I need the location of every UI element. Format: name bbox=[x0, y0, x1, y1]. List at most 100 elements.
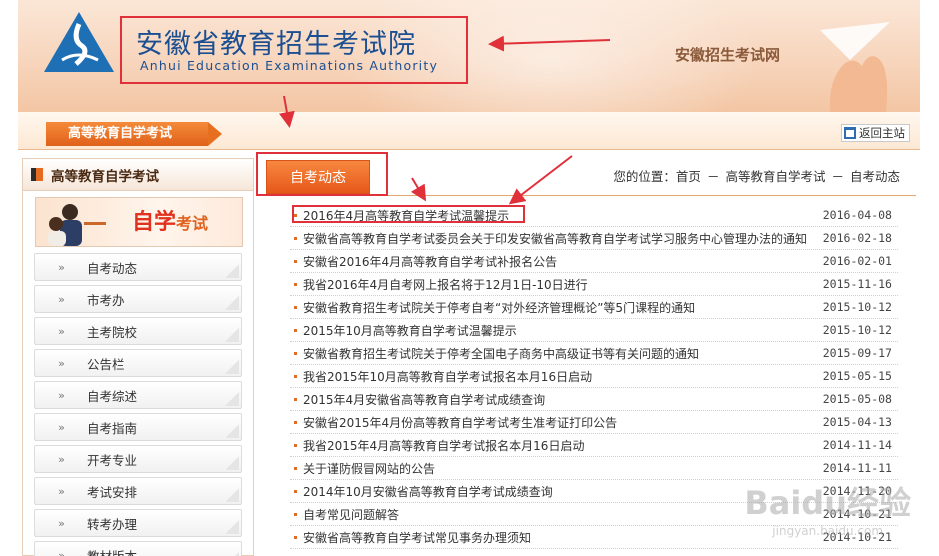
news-title[interactable]: 2016年4月高等教育自学考试温馨提示 bbox=[303, 207, 509, 224]
news-item[interactable]: 安徽省教育招生考试院关于停考自考“对外经济管理概论”等5门课程的通知 2015-1… bbox=[290, 296, 898, 319]
banner-title-sub: 考试 bbox=[176, 214, 209, 233]
bullet-icon bbox=[294, 512, 297, 516]
news-title[interactable]: 我省2016年4月自考网上报名将于12月1日-10日进行 bbox=[303, 276, 588, 293]
sidebar-item-schedule[interactable]: » 考试安排 bbox=[34, 477, 242, 505]
sidebar-heading: 高等教育自学考试 bbox=[23, 159, 253, 191]
news-item[interactable]: 安徽省教育招生考试院关于停考全国电子商务中高级证书等有关问题的通知 2015-09… bbox=[290, 342, 898, 365]
hand-paper-plane-icon bbox=[820, 22, 890, 112]
news-item[interactable]: 安徽省2015年4月份高等教育自学考试考生准考证打印公告 2015-04-13 bbox=[290, 411, 898, 434]
site-header: 安徽省教育招生考试院 Anhui Education Examinations … bbox=[18, 0, 920, 112]
news-title-link[interactable]: 安徽省教育招生考试院关于停考全国电子商务中高级证书等有关问题的通知 bbox=[290, 345, 699, 362]
bullet-icon bbox=[294, 443, 297, 447]
sidebar-item-bulletin[interactable]: » 公告栏 bbox=[34, 349, 242, 377]
banner-title: 自学考试 bbox=[132, 204, 208, 236]
news-item[interactable]: 我省2016年4月自考网上报名将于12月1日-10日进行 2015-11-16 bbox=[290, 273, 898, 296]
news-title[interactable]: 我省2015年10月高等教育自学考试报名本月16日启动 bbox=[303, 368, 592, 385]
news-title[interactable]: 安徽省2015年4月份高等教育自学考试考生准考证打印公告 bbox=[303, 414, 617, 431]
news-title-link[interactable]: 安徽省教育招生考试院关于停考自考“对外经济管理概论”等5门课程的通知 bbox=[290, 299, 695, 316]
bullet-icon bbox=[294, 420, 297, 424]
breadcrumb-home[interactable]: 首页 bbox=[676, 169, 701, 184]
news-title-link[interactable]: 安徽省2015年4月份高等教育自学考试考生准考证打印公告 bbox=[290, 414, 617, 431]
breadcrumb-separator: － bbox=[831, 169, 844, 184]
news-title[interactable]: 2015年10月高等教育自学考试温馨提示 bbox=[303, 322, 517, 339]
news-title[interactable]: 我省2015年4月高等教育自学考试报名本月16日启动 bbox=[303, 437, 584, 454]
news-title-link[interactable]: 我省2015年4月高等教育自学考试报名本月16日启动 bbox=[290, 437, 584, 454]
content-tab-row: 自考动态 您的位置：首页 － 高等教育自学考试 － 自考动态 bbox=[262, 158, 916, 196]
news-item[interactable]: 安徽省2016年4月高等教育自学考试补报名公告 2016-02-01 bbox=[290, 250, 898, 273]
news-date: 2016-04-08 bbox=[822, 208, 892, 222]
news-title[interactable]: 关于谨防假冒网站的公告 bbox=[303, 460, 435, 477]
watermark-main: Baidu经验 bbox=[744, 484, 911, 522]
bullet-icon bbox=[294, 259, 297, 263]
news-title-link[interactable]: 2015年10月高等教育自学考试温馨提示 bbox=[290, 322, 517, 339]
news-title[interactable]: 安徽省教育招生考试院关于停考全国电子商务中高级证书等有关问题的通知 bbox=[303, 345, 699, 362]
sidebar-item-city-office[interactable]: » 市考办 bbox=[34, 285, 242, 313]
sidebar-item-colleges[interactable]: » 主考院校 bbox=[34, 317, 242, 345]
news-title[interactable]: 2014年10月安徽省高等教育自学考试成绩查询 bbox=[303, 483, 553, 500]
news-item[interactable]: 安徽省高等教育自学考试委员会关于印发安徽省高等教育自学考试学习服务中心管理办法的… bbox=[290, 227, 898, 250]
news-item[interactable]: 关于谨防假冒网站的公告 2014-11-11 bbox=[290, 457, 898, 480]
news-item[interactable]: 2015年4月安徽省高等教育自学考试成绩查询 2015-05-08 bbox=[290, 388, 898, 411]
news-title-link[interactable]: 关于谨防假冒网站的公告 bbox=[290, 460, 435, 477]
news-title-link[interactable]: 2016年4月高等教育自学考试温馨提示 bbox=[290, 207, 509, 224]
news-title-link[interactable]: 我省2015年10月高等教育自学考试报名本月16日启动 bbox=[290, 368, 592, 385]
news-title-link[interactable]: 2015年4月安徽省高等教育自学考试成绩查询 bbox=[290, 391, 545, 408]
news-title-link[interactable]: 安徽省高等教育自学考试委员会关于印发安徽省高等教育自学考试学习服务中心管理办法的… bbox=[290, 230, 807, 247]
self-study-banner[interactable]: 自学考试 bbox=[35, 197, 243, 247]
bullet-icon bbox=[294, 466, 297, 470]
news-title-link[interactable]: 安徽省高等教育自学考试常见事务办理须知 bbox=[290, 529, 531, 546]
authority-logo-icon[interactable] bbox=[42, 10, 116, 76]
breadcrumb-section[interactable]: 高等教育自学考试 bbox=[725, 169, 825, 184]
news-item[interactable]: 2015年10月高等教育自学考试温馨提示 2015-10-12 bbox=[290, 319, 898, 342]
news-title[interactable]: 安徽省教育招生考试院关于停考自考“对外经济管理概论”等5门课程的通知 bbox=[303, 299, 695, 316]
tab-exam-news[interactable]: 自考动态 bbox=[266, 160, 370, 194]
news-title[interactable]: 自考常见问题解答 bbox=[303, 506, 399, 523]
bullet-icon bbox=[294, 282, 297, 286]
news-date: 2016-02-18 bbox=[822, 231, 892, 245]
sidebar-item-label: 自考综述 bbox=[87, 388, 138, 404]
bullet-icon bbox=[294, 489, 297, 493]
news-date: 2016-02-01 bbox=[822, 254, 892, 268]
sidebar-item-label: 自考指南 bbox=[87, 420, 138, 436]
double-chevron-icon: » bbox=[58, 292, 65, 306]
news-date: 2015-05-08 bbox=[822, 392, 892, 406]
double-chevron-icon: » bbox=[58, 516, 65, 530]
news-title-link[interactable]: 自考常见问题解答 bbox=[290, 506, 399, 523]
news-item[interactable]: 我省2015年10月高等教育自学考试报名本月16日启动 2015-05-15 bbox=[290, 365, 898, 388]
double-chevron-icon: » bbox=[58, 356, 65, 370]
sidebar-item-label: 公告栏 bbox=[87, 356, 125, 372]
bullet-icon bbox=[294, 351, 297, 355]
breadcrumb-current[interactable]: 自考动态 bbox=[850, 169, 900, 184]
news-title-link[interactable]: 2014年10月安徽省高等教育自学考试成绩查询 bbox=[290, 483, 553, 500]
news-title[interactable]: 2015年4月安徽省高等教育自学考试成绩查询 bbox=[303, 391, 545, 408]
breadcrumb-separator: － bbox=[706, 169, 720, 184]
news-title-link[interactable]: 安徽省2016年4月高等教育自学考试补报名公告 bbox=[290, 253, 557, 270]
sidebar-item-textbooks[interactable]: » 教材版本 bbox=[34, 541, 242, 556]
left-sidebar: 高等教育自学考试 自学考试 » 自考动态 » 市考办 » 主考院校 » 公告栏 » 自考综… bbox=[22, 158, 254, 556]
double-chevron-icon: » bbox=[58, 388, 65, 402]
news-title[interactable]: 安徽省高等教育自学考试委员会关于印发安徽省高等教育自学考试学习服务中心管理办法的… bbox=[303, 230, 807, 247]
sidebar-menu: » 自考动态 » 市考办 » 主考院校 » 公告栏 » 自考综述 » 自考指南 » 开考专业 … bbox=[23, 253, 253, 556]
sidebar-item-label: 考试安排 bbox=[87, 484, 138, 500]
news-item[interactable]: 我省2015年4月高等教育自学考试报名本月16日启动 2014-11-14 bbox=[290, 434, 898, 457]
news-item[interactable]: 2016年4月高等教育自学考试温馨提示 2016-04-08 bbox=[290, 204, 898, 227]
sidebar-item-majors[interactable]: » 开考专业 bbox=[34, 445, 242, 473]
breadcrumb: 您的位置：首页 － 高等教育自学考试 － 自考动态 bbox=[613, 166, 900, 185]
double-chevron-icon: » bbox=[58, 548, 65, 556]
sidebar-item-guide[interactable]: » 自考指南 bbox=[34, 413, 242, 441]
news-title-link[interactable]: 我省2016年4月自考网上报名将于12月1日-10日进行 bbox=[290, 276, 588, 293]
news-title[interactable]: 安徽省2016年4月高等教育自学考试补报名公告 bbox=[303, 253, 557, 270]
sidebar-item-overview[interactable]: » 自考综述 bbox=[34, 381, 242, 409]
return-home-link[interactable]: 返回主站 bbox=[841, 124, 910, 142]
double-chevron-icon: » bbox=[58, 452, 65, 466]
double-chevron-icon: » bbox=[58, 420, 65, 434]
sidebar-item-exam-news[interactable]: » 自考动态 bbox=[34, 253, 242, 281]
section-bar: 高等教育自学考试 返回主站 bbox=[18, 112, 920, 150]
sidebar-item-transfer[interactable]: » 转考办理 bbox=[34, 509, 242, 537]
news-date: 2014-11-14 bbox=[822, 438, 892, 452]
news-title[interactable]: 安徽省高等教育自学考试常见事务办理须知 bbox=[303, 529, 531, 546]
sidebar-item-label: 自考动态 bbox=[87, 260, 138, 276]
banner-title-main: 自学 bbox=[132, 209, 177, 235]
section-tab[interactable]: 高等教育自学考试 bbox=[46, 122, 222, 146]
breadcrumb-prefix: 您的位置： bbox=[613, 169, 676, 184]
